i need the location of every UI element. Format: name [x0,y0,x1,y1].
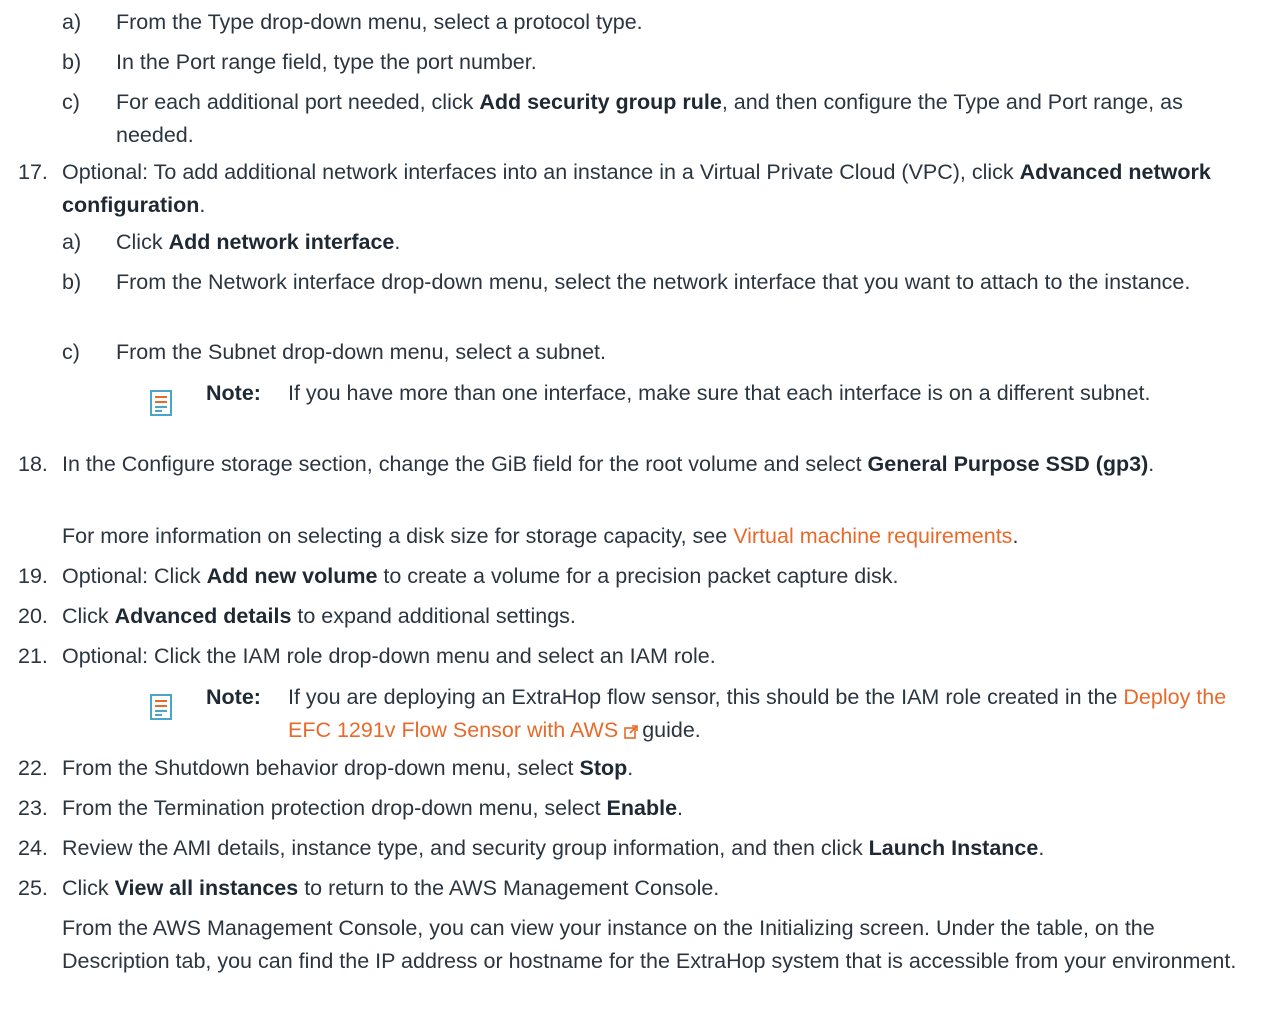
step-info: From the AWS Management Console, you can… [62,916,1237,974]
note-text: If you are deploying an ExtraHop flow se… [288,685,1227,743]
step-number: 23. [18,796,48,820]
substep-marker: b) [62,270,82,294]
step-text: Optional: To add additional network inte… [62,160,1211,218]
ui-label: View all instances [114,876,299,900]
note-text: If you have more than one interface, mak… [288,381,1151,405]
note-icon [150,694,172,720]
step-number: 24. [18,836,48,860]
step-number: 25. [18,876,48,900]
step-text: From the Termination protection drop-dow… [62,796,684,820]
substep-text: From the Subnet drop-down menu, select a… [116,340,606,364]
external-link-icon [624,725,638,740]
substep-marker: a) [62,10,82,34]
step-text: Click View all instances to return to th… [62,876,720,900]
ui-label: General Purpose SSD (gp3) [867,452,1149,476]
step-text: From the Shutdown behavior drop-down men… [62,756,634,780]
step-number: 19. [18,564,48,588]
step-text: In the Configure storage section, change… [62,452,1155,476]
ui-label: Advanced details [114,604,292,628]
step-text: Optional: Click the IAM role drop-down m… [62,644,716,668]
note-icon [150,390,172,416]
substep-marker: c) [62,90,80,114]
step-number: 17. [18,160,48,184]
ui-label: Add network interface [168,230,395,254]
step-number: 20. [18,604,48,628]
virtual-machine-requirements-link[interactable]: Virtual machine requirements [733,524,1012,548]
step-info: For more information on selecting a disk… [62,524,1019,548]
ui-label: Add security group rule [479,90,722,114]
substep-marker: c) [62,340,80,364]
step-text: Click Advanced details to expand additio… [62,604,576,628]
step-text: Review the AMI details, instance type, a… [62,836,1045,860]
step-number: 22. [18,756,48,780]
substep-text: For each additional port needed, click A… [116,90,1183,148]
step-number: 18. [18,452,48,476]
substep-text: From the Type drop-down menu, select a p… [116,10,643,34]
substep-text: Click Add network interface. [116,230,401,254]
substep-text: From the Network interface drop-down men… [116,270,1191,294]
step-number: 21. [18,644,48,668]
ui-label: Launch Instance [868,836,1039,860]
document-page: a) From the Type drop-down menu, select … [0,0,1263,1013]
substep-marker: b) [62,50,82,74]
step-text: Optional: Click Add new volume to create… [62,564,899,588]
ui-label: Enable [606,796,678,820]
substep-marker: a) [62,230,82,254]
substep-text: In the Port range field, type the port n… [116,50,537,74]
ui-label: Stop [579,756,628,780]
ui-label: Add new volume [206,564,378,588]
